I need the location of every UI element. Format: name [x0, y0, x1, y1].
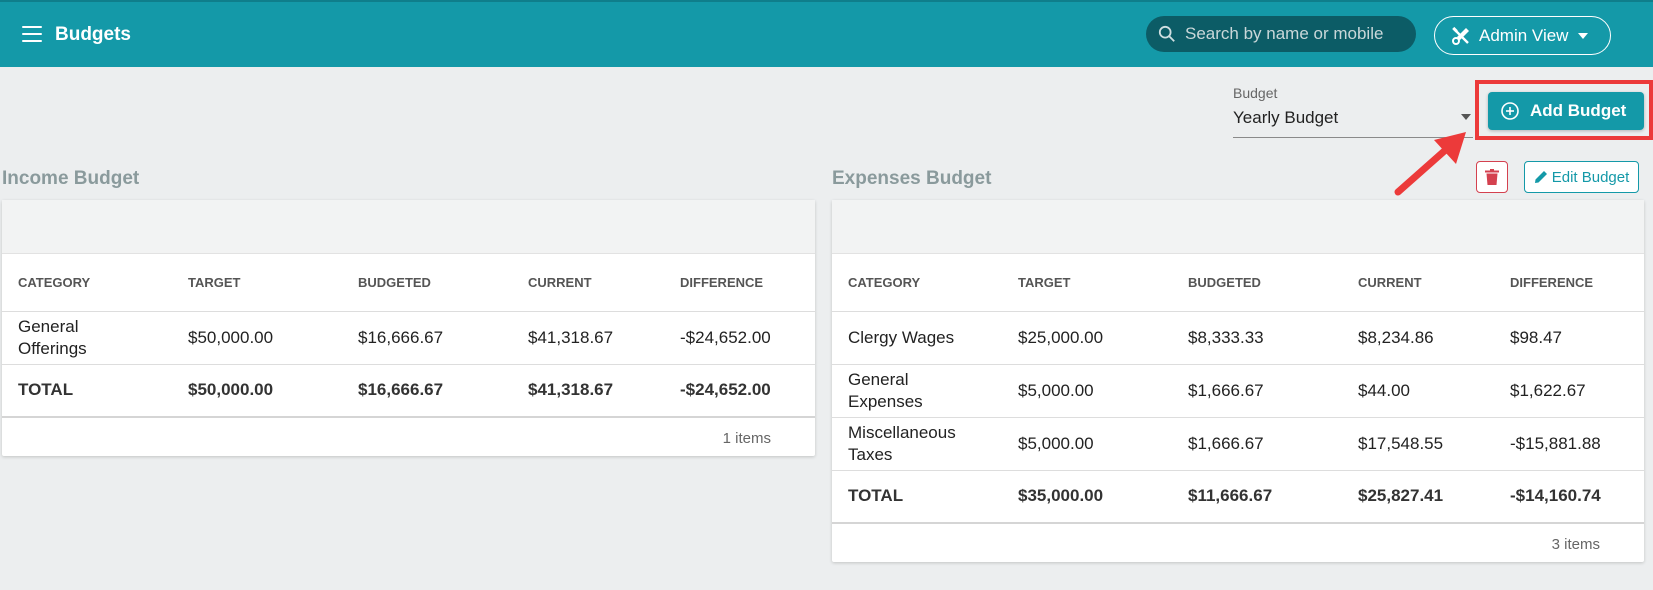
card-toolbar	[2, 200, 815, 254]
add-budget-label: Add Budget	[1530, 101, 1627, 120]
cell-current: $8,234.86	[1342, 311, 1494, 365]
cell-total-difference: -$14,160.74	[1494, 470, 1644, 524]
col-budgeted[interactable]: BUDGETED	[342, 254, 512, 312]
table-row[interactable]: Miscellaneous Taxes $5,000.00 $1,666.67 …	[832, 417, 1644, 471]
edit-budget-label: Edit Budget	[1551, 168, 1630, 186]
cell-category: Miscellaneous Taxes	[832, 417, 1002, 471]
search-input[interactable]	[1185, 24, 1405, 44]
cell-difference: -$15,881.88	[1494, 417, 1644, 471]
cell-budgeted: $1,666.67	[1172, 417, 1342, 471]
cell-current: $41,318.67	[512, 311, 664, 365]
cell-target: $25,000.00	[1002, 311, 1172, 365]
table-header-row: CATEGORY TARGET BUDGETED CURRENT DIFFERE…	[832, 254, 1644, 312]
budget-select-label: Budget	[1233, 85, 1278, 101]
col-difference[interactable]: DIFFERENCE	[664, 254, 815, 312]
arrow-annotation-icon	[1394, 132, 1466, 196]
cell-total-label: TOTAL	[2, 364, 172, 418]
edit-budget-button[interactable]: Edit Budget	[1524, 161, 1639, 193]
col-category[interactable]: CATEGORY	[832, 254, 1002, 312]
cell-target: $50,000.00	[172, 311, 342, 365]
pencil-icon	[1534, 171, 1547, 183]
cell-category: General Expenses	[832, 364, 1002, 418]
table-header-row: CATEGORY TARGET BUDGETED CURRENT DIFFERE…	[2, 254, 815, 312]
table-row[interactable]: Clergy Wages $25,000.00 $8,333.33 $8,234…	[832, 311, 1644, 365]
search-icon	[1158, 25, 1175, 42]
cell-difference: $1,622.67	[1494, 364, 1644, 418]
cell-category: Clergy Wages	[832, 311, 1002, 365]
budget-select-value: Yearly Budget	[1233, 108, 1339, 127]
cell-total-target: $35,000.00	[1002, 470, 1172, 524]
top-app-bar: Budgets Admin View	[0, 0, 1653, 67]
dropdown-arrow-icon	[1461, 114, 1471, 120]
expenses-budget-card: CATEGORY TARGET BUDGETED CURRENT DIFFERE…	[832, 200, 1644, 562]
col-current[interactable]: CURRENT	[1342, 254, 1494, 312]
income-budget-card: CATEGORY TARGET BUDGETED CURRENT DIFFERE…	[2, 200, 815, 456]
cell-current: $44.00	[1342, 364, 1494, 418]
expenses-budget-title: Expenses Budget	[832, 168, 992, 189]
admin-view-label: Admin View	[1479, 25, 1569, 45]
trash-icon	[1485, 169, 1499, 185]
table-footer-count: 1 items	[722, 430, 771, 447]
delete-budget-button[interactable]	[1476, 161, 1508, 193]
income-table: CATEGORY TARGET BUDGETED CURRENT DIFFERE…	[2, 254, 815, 418]
cell-budgeted: $1,666.67	[1172, 364, 1342, 418]
cell-total-difference: -$24,652.00	[664, 364, 815, 418]
cell-difference: -$24,652.00	[664, 311, 815, 365]
search-box[interactable]	[1146, 16, 1416, 52]
col-category[interactable]: CATEGORY	[2, 254, 172, 312]
add-budget-button[interactable]: Add Budget	[1488, 92, 1644, 130]
cell-target: $5,000.00	[1002, 417, 1172, 471]
cell-current: $17,548.55	[1342, 417, 1494, 471]
income-budget-title: Income Budget	[2, 168, 140, 189]
col-budgeted[interactable]: BUDGETED	[1172, 254, 1342, 312]
admin-view-button[interactable]: Admin View	[1434, 16, 1611, 55]
col-current[interactable]: CURRENT	[512, 254, 664, 312]
total-row: TOTAL $35,000.00 $11,666.67 $25,827.41 -…	[832, 470, 1644, 524]
table-row[interactable]: General Expenses $5,000.00 $1,666.67 $44…	[832, 364, 1644, 418]
cell-total-target: $50,000.00	[172, 364, 342, 418]
menu-icon[interactable]	[22, 26, 42, 42]
col-difference[interactable]: DIFFERENCE	[1494, 254, 1644, 312]
cell-difference: $98.47	[1494, 311, 1644, 365]
table-row[interactable]: General Offerings $50,000.00 $16,666.67 …	[2, 311, 815, 365]
plus-circle-icon	[1501, 102, 1519, 120]
tools-icon	[1452, 26, 1469, 45]
total-row: TOTAL $50,000.00 $16,666.67 $41,318.67 -…	[2, 364, 815, 418]
table-footer-count: 3 items	[1551, 536, 1600, 553]
cell-total-current: $25,827.41	[1342, 470, 1494, 524]
chevron-down-icon	[1578, 32, 1589, 39]
cell-budgeted: $8,333.33	[1172, 311, 1342, 365]
expenses-table: CATEGORY TARGET BUDGETED CURRENT DIFFERE…	[832, 254, 1644, 524]
cell-target: $5,000.00	[1002, 364, 1172, 418]
cell-total-budgeted: $11,666.67	[1172, 470, 1342, 524]
cell-category: General Offerings	[2, 311, 172, 365]
cell-total-budgeted: $16,666.67	[342, 364, 512, 418]
col-target[interactable]: TARGET	[1002, 254, 1172, 312]
cell-total-label: TOTAL	[832, 470, 1002, 524]
cell-budgeted: $16,666.67	[342, 311, 512, 365]
col-target[interactable]: TARGET	[172, 254, 342, 312]
card-toolbar	[832, 200, 1644, 254]
cell-total-current: $41,318.67	[512, 364, 664, 418]
page-title: Budgets	[55, 24, 131, 45]
